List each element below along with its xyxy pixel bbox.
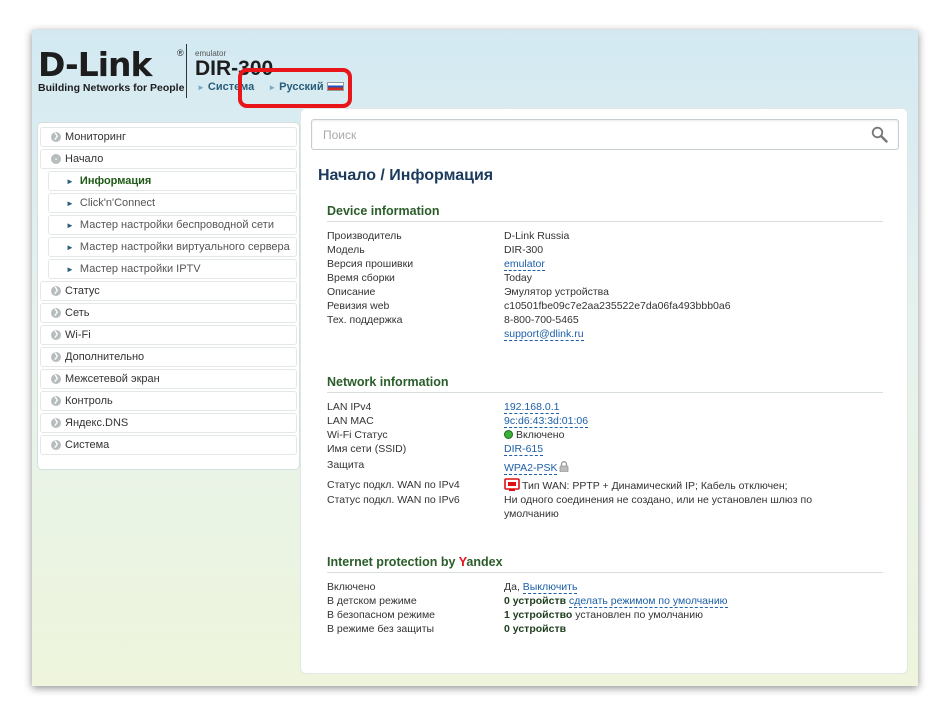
- sidebar-item-control[interactable]: ❯ Контроль: [40, 391, 297, 411]
- lan-ipv4-link[interactable]: 192.168.0.1: [504, 401, 560, 414]
- logo-tagline: Building Networks for People: [38, 82, 185, 94]
- expand-icon: ❯: [51, 330, 61, 340]
- firmware-link[interactable]: emulator: [504, 258, 545, 271]
- security-link[interactable]: WPA2-PSK: [504, 462, 558, 475]
- support-email-link[interactable]: support@dlink.ru: [504, 328, 584, 341]
- info-row: Производитель D-Link Russia: [327, 230, 570, 242]
- info-row: В безопасном режиме 1 устройство установл…: [327, 609, 703, 621]
- logo-text: D-Link: [38, 45, 152, 84]
- section-title: Network information: [327, 375, 883, 393]
- info-row: Wi-Fi Статус Включено: [327, 429, 565, 441]
- info-row: Статус подкл. WAN по IPv6 Ни одного соеди…: [327, 494, 813, 520]
- search-icon[interactable]: [871, 126, 888, 143]
- info-row: Ревизия web c10501fbe09c7e2aa235522e7da06…: [327, 300, 731, 312]
- sidebar-subitem-information[interactable]: ► Информация: [48, 171, 297, 191]
- info-row: Модель DIR-300: [327, 244, 544, 256]
- network-information-section: Network information LAN IPv4 192.168.0.1 …: [327, 375, 883, 521]
- ssid-link[interactable]: DIR-615: [504, 443, 544, 456]
- info-row: В режиме без защиты 0 устройств: [327, 623, 567, 635]
- section-title: Device information: [327, 204, 883, 222]
- info-row: Описание Эмулятор устройства: [327, 286, 609, 298]
- collapse-icon: ⌄: [51, 154, 61, 164]
- sidebar-subitem-virtual-server-wizard[interactable]: ► Мастер настройки виртуального сервера: [48, 237, 297, 257]
- arrow-right-icon: ►: [66, 220, 74, 230]
- info-row: LAN IPv4 192.168.0.1: [327, 401, 560, 414]
- sidebar-item-start[interactable]: ⌄ Начало: [40, 149, 297, 169]
- info-row: Имя сети (SSID) DIR-615: [327, 443, 544, 456]
- info-row: В детском режиме 0 устройств сделать режи…: [327, 595, 728, 608]
- lan-mac-link[interactable]: 9c:d6:43:3d:01:06: [504, 415, 589, 428]
- expand-icon: ❯: [51, 352, 61, 362]
- info-row: Статус подкл. WAN по IPv4 Тип WAN: PPTP +…: [327, 478, 788, 492]
- sidebar-item-advanced[interactable]: ❯ Дополнительно: [40, 347, 297, 367]
- device-information-section: Device information Производитель D-Link R…: [327, 204, 883, 341]
- info-row: Время сборки Today: [327, 272, 533, 284]
- header-divider: [186, 44, 187, 98]
- sidebar-item-status[interactable]: ❯ Статус: [40, 281, 297, 301]
- sidebar-subitem-iptv-wizard[interactable]: ► Мастер настройки IPTV: [48, 259, 297, 279]
- expand-icon: ❯: [51, 308, 61, 318]
- annotation-highlight: [238, 68, 352, 108]
- info-row: Тех. поддержка 8-800-700-5465 support@dlin…: [327, 314, 584, 341]
- info-row: LAN MAC 9c:d6:43:3d:01:06: [327, 415, 589, 428]
- arrow-right-icon: ►: [66, 198, 74, 208]
- dlink-logo: D-Link ® Building Networks for People: [38, 45, 185, 95]
- expand-icon: ❯: [51, 440, 61, 450]
- main-content: Поиск Начало / Информация Device informa…: [300, 108, 908, 674]
- expand-icon: ❯: [51, 418, 61, 428]
- sidebar-item-wifi[interactable]: ❯ Wi-Fi: [40, 325, 297, 345]
- sidebar-item-yandex-dns[interactable]: ❯ Яндекс.DNS: [40, 413, 297, 433]
- arrow-right-icon: ►: [197, 83, 205, 92]
- sidebar-menu: ❯ Мониторинг ⌄ Начало ► Информация ► Click'n…: [37, 122, 300, 470]
- router-web-interface: D-Link ® Building Networks for People em…: [32, 30, 918, 686]
- set-default-link[interactable]: сделать режимом по умолчанию: [568, 595, 728, 608]
- arrow-right-icon: ►: [66, 264, 74, 274]
- arrow-right-icon: ►: [66, 176, 74, 186]
- section-title: Internet protection by Yandex: [327, 555, 883, 573]
- expand-icon: ❯: [51, 374, 61, 384]
- yandex-protection-section: Internet protection by Yandex Включено Да…: [327, 555, 883, 636]
- search-placeholder: Поиск: [323, 128, 357, 142]
- wan-disconnected-icon: [504, 478, 520, 491]
- disable-link[interactable]: Выключить: [522, 581, 578, 594]
- sidebar-item-monitoring[interactable]: ❯ Мониторинг: [40, 127, 297, 147]
- info-row: Включено Да, Выключить: [327, 581, 578, 594]
- page-title: Начало / Информация: [318, 167, 494, 184]
- status-on-icon: [504, 430, 513, 439]
- expand-icon: ❯: [51, 286, 61, 296]
- info-row: Версия прошивки emulator: [327, 258, 545, 271]
- logo-registered-mark: ®: [177, 48, 184, 58]
- sidebar-item-network[interactable]: ❯ Сеть: [40, 303, 297, 323]
- expand-icon: ❯: [51, 396, 61, 406]
- lock-icon: [560, 461, 569, 472]
- sidebar-item-system[interactable]: ❯ Система: [40, 435, 297, 455]
- sidebar-subitem-wireless-wizard[interactable]: ► Мастер настройки беспроводной сети: [48, 215, 297, 235]
- info-row: Защита WPA2-PSK: [327, 458, 883, 475]
- sidebar-item-firewall[interactable]: ❯ Межсетевой экран: [40, 369, 297, 389]
- arrow-right-icon: ►: [66, 242, 74, 252]
- search-input[interactable]: Поиск: [311, 119, 899, 150]
- expand-icon: ❯: [51, 132, 61, 142]
- sidebar-subitem-click-n-connect[interactable]: ► Click'n'Connect: [48, 193, 297, 213]
